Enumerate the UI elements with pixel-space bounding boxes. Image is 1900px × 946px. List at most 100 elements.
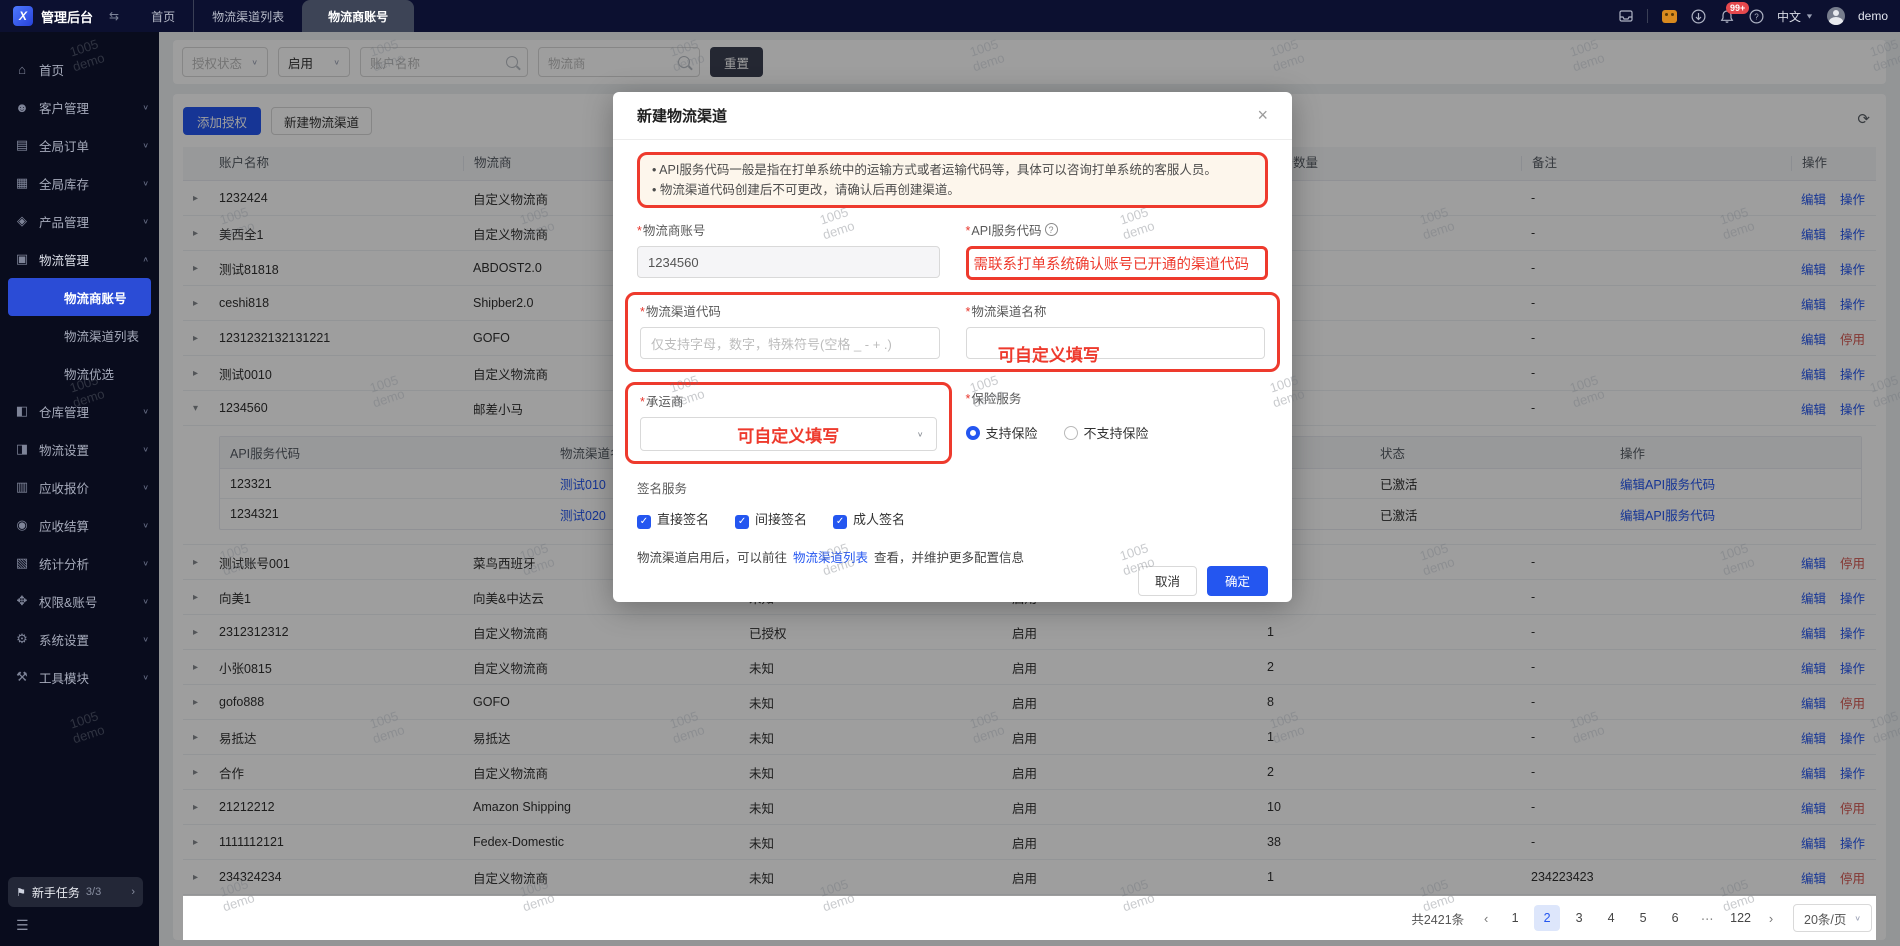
app-logo-icon: X xyxy=(13,6,33,26)
carrier-annotation-box: 承运商 可自定义填写 ∨ xyxy=(625,382,952,464)
page-size-select[interactable]: 20条/页 ∨ xyxy=(1793,904,1872,932)
sidebar-item-logistics-settings[interactable]: 物流设置 ∨ xyxy=(0,430,159,468)
checkbox-checked-icon xyxy=(637,514,651,529)
signature-label: 签名服务 xyxy=(637,482,688,496)
chevron-icon: ∨ xyxy=(142,216,149,225)
sidebar-item-statistics[interactable]: 统计分析 ∨ xyxy=(0,544,159,582)
inbox-icon[interactable] xyxy=(1618,8,1634,24)
sidebar-item-system-settings[interactable]: 系统设置 ∨ xyxy=(0,620,159,658)
notification-badge: 99+ xyxy=(1726,2,1750,14)
avatar[interactable] xyxy=(1826,7,1845,25)
sidebar-item-global-inventory[interactable]: 全局库存 ∨ xyxy=(0,164,159,202)
chevron-icon: ∨ xyxy=(142,444,149,453)
modal-title: 新建物流渠道 xyxy=(637,108,728,125)
chevron-icon: ∧ xyxy=(142,254,149,263)
page-ellipsis[interactable]: ⋯ xyxy=(1694,905,1720,931)
pagination: 共2421条 ‹ 1 2 3 4 5 6 ⋯ 122 › 20条/页 ∨ xyxy=(183,896,1876,940)
page-122[interactable]: 122 xyxy=(1726,905,1755,931)
menu-icon xyxy=(14,403,30,419)
sidebar-item-home[interactable]: 首页 xyxy=(0,50,159,88)
sidebar-item-customers[interactable]: 客户管理 ∨ xyxy=(0,88,159,126)
annotation-text: 可自定义填写 xyxy=(997,346,1100,365)
tab-home[interactable]: 首页 xyxy=(133,0,193,32)
insurance-no-radio[interactable]: 不支持保险 xyxy=(1063,423,1149,442)
flag-icon: ⚑ xyxy=(16,886,26,899)
page-2[interactable]: 2 xyxy=(1534,905,1561,931)
language-selector[interactable]: 中文 ▼ xyxy=(1777,8,1814,25)
menu-icon xyxy=(14,62,30,77)
menu-icon xyxy=(14,517,30,533)
tab-logistics-channel-list[interactable]: 物流渠道列表 xyxy=(193,0,302,32)
chevron-icon: ∨ xyxy=(142,482,149,491)
chevron-icon: ∨ xyxy=(142,596,149,605)
page-1[interactable]: 1 xyxy=(1502,905,1528,931)
sidebar-item-logistics[interactable]: 物流管理 ∧ xyxy=(0,240,159,278)
sidebar-collapse-icon[interactable]: ☰ xyxy=(16,917,159,934)
topbar-right: 99+ ? 中文 ▼ demo xyxy=(1618,2,1900,25)
new-channel-modal: 新建物流渠道 × API服务代码一般是指在打单系统中的运输方式或者运输代码等，具… xyxy=(613,92,1292,602)
channel-code-field: 物流渠道代码 仅支持字母，数字，特殊符号(空格 _ - + .) xyxy=(640,301,940,359)
help-icon[interactable]: ? xyxy=(1748,8,1764,24)
menu-icon xyxy=(14,137,30,153)
menu-icon xyxy=(14,213,30,229)
chevron-icon: ∨ xyxy=(142,406,149,415)
adult-signature-checkbox[interactable]: 成人签名 xyxy=(833,509,905,529)
channel-code-annotation-box: 物流渠道代码 仅支持字母，数字，特殊符号(空格 _ - + .) 物流渠道名称 … xyxy=(625,292,1280,372)
prev-page-button[interactable]: ‹ xyxy=(1476,911,1496,926)
username: demo xyxy=(1857,9,1888,23)
next-page-button[interactable]: › xyxy=(1761,911,1781,926)
total-count: 共2421条 xyxy=(1411,912,1465,927)
radio-icon xyxy=(1063,426,1078,440)
menu-icon xyxy=(14,100,30,115)
sidebar-item-warehouse[interactable]: 仓库管理 ∨ xyxy=(0,392,159,430)
channel-code-input[interactable]: 仅支持字母，数字，特殊符号(空格 _ - + .) xyxy=(640,327,940,359)
sidebar-item-permissions[interactable]: 权限&账号 ∨ xyxy=(0,582,159,620)
sidebar-item-tools[interactable]: 工具模块 ∨ xyxy=(0,658,159,696)
page-4[interactable]: 4 xyxy=(1598,905,1624,931)
download-icon[interactable] xyxy=(1690,8,1706,24)
api-code-input[interactable]: 需联系打单系统确认账号已开通的渠道代码 xyxy=(965,246,1268,280)
help-circle-icon[interactable]: ? xyxy=(1044,223,1058,236)
svg-text:?: ? xyxy=(1754,12,1759,21)
chevron-right-icon: › xyxy=(131,886,135,898)
chevron-down-icon: ∨ xyxy=(1854,913,1861,922)
sidebar-item-logistics-preferred[interactable]: 物流优选 xyxy=(0,354,159,392)
cancel-button[interactable]: 取消 xyxy=(1137,565,1197,596)
close-icon[interactable]: × xyxy=(1257,105,1268,126)
sidebar-item-logistics-channel-list[interactable]: 物流渠道列表 xyxy=(0,316,159,354)
provider-account-field: 物流商账号 1234560 xyxy=(637,220,940,280)
newbie-task-widget[interactable]: ⚑ 新手任务 3/3 › xyxy=(8,877,143,907)
checkbox-checked-icon xyxy=(735,514,750,529)
divider xyxy=(1647,9,1649,23)
chevron-icon: ∨ xyxy=(142,634,149,643)
indirect-signature-checkbox[interactable]: 间接签名 xyxy=(735,509,807,529)
sidebar-item-receivable-settlement[interactable]: 应收结算 ∨ xyxy=(0,506,159,544)
insurance-field: 保险服务 支持保险 不支持保险 xyxy=(965,382,1269,464)
page-3[interactable]: 3 xyxy=(1566,905,1592,931)
chevron-icon: ∨ xyxy=(142,672,149,681)
page-5[interactable]: 5 xyxy=(1630,905,1656,931)
direct-signature-checkbox[interactable]: 直接签名 xyxy=(637,509,709,529)
menu-icon xyxy=(14,441,30,457)
sidebar-item-global-orders[interactable]: 全局订单 ∨ xyxy=(0,126,159,164)
assistant-robot-icon[interactable] xyxy=(1661,8,1677,24)
sidebar-item-products[interactable]: 产品管理 ∨ xyxy=(0,202,159,240)
topbar-tabs: 首页 物流渠道列表 物流商账号 xyxy=(133,0,415,32)
menu-icon xyxy=(14,593,30,609)
page-6[interactable]: 6 xyxy=(1662,905,1688,931)
provider-account-input: 1234560 xyxy=(637,246,940,278)
tab-logistics-provider-accounts[interactable]: 物流商账号 xyxy=(302,0,415,32)
sidebar-item-logistics-provider-accounts[interactable]: 物流商账号 xyxy=(8,278,151,316)
insurance-yes-radio[interactable]: 支持保险 xyxy=(965,423,1038,442)
chevron-down-icon: ∨ xyxy=(916,429,924,438)
sidebar-item-receivable-quotes[interactable]: 应收报价 ∨ xyxy=(0,468,159,506)
collapse-menu-icon[interactable]: ⇆ xyxy=(109,9,119,23)
chevron-icon: ∨ xyxy=(142,558,149,567)
menu-icon xyxy=(14,479,30,495)
chevron-icon: ∨ xyxy=(142,102,149,111)
carrier-select[interactable]: 可自定义填写 ∨ xyxy=(640,417,937,451)
notifications-bell-icon[interactable]: 99+ xyxy=(1719,2,1750,24)
confirm-button[interactable]: 确定 xyxy=(1206,565,1268,596)
channel-list-link[interactable]: 物流渠道列表 xyxy=(793,547,868,566)
sidebar: 首页 客户管理 ∨ 全局订单 ∨ 全局库存 xyxy=(0,32,159,946)
